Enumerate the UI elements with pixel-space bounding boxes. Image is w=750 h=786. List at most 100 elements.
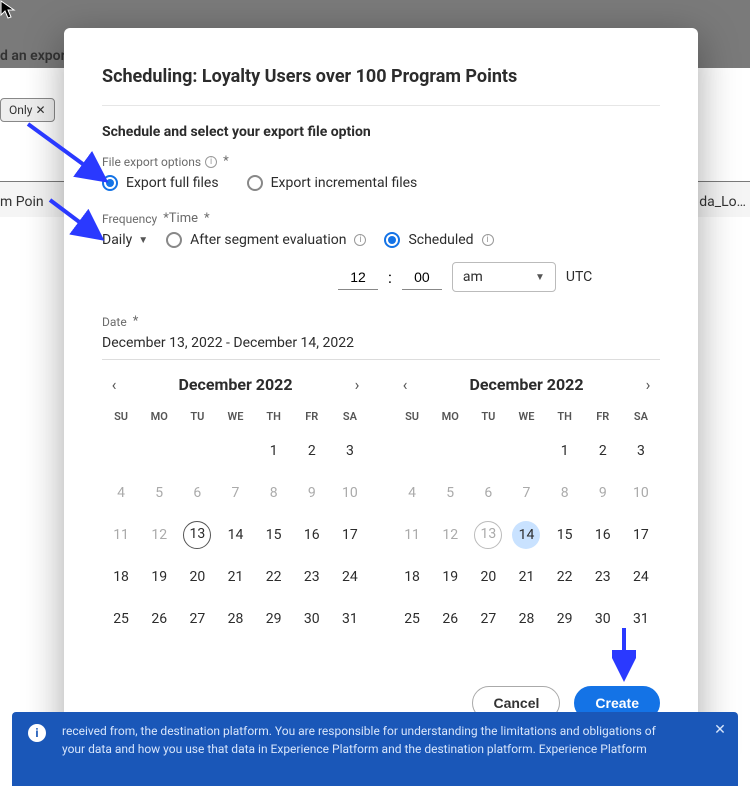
calendar-day[interactable]: 3	[331, 437, 369, 465]
calendar-day[interactable]: 7	[507, 479, 545, 507]
calendar-day[interactable]: 4	[393, 479, 431, 507]
dow-header: TU	[178, 410, 216, 423]
bg-mid-left: m Poin	[0, 194, 44, 210]
calendar-day[interactable]: 25	[102, 605, 140, 633]
calendar-day[interactable]: 9	[584, 479, 622, 507]
modal-title: Scheduling: Loyalty Users over 100 Progr…	[102, 66, 660, 87]
calendar-day[interactable]: 6	[469, 479, 507, 507]
calendar-day[interactable]: 21	[216, 563, 254, 591]
calendar-day[interactable]: 8	[255, 479, 293, 507]
calendar-day[interactable]: 30	[584, 605, 622, 633]
calendar-day[interactable]: 22	[255, 563, 293, 591]
calendar-day[interactable]: 19	[431, 563, 469, 591]
calendar-day[interactable]: 5	[431, 479, 469, 507]
calendar-day[interactable]: 1	[255, 437, 293, 465]
radio-icon	[166, 232, 182, 248]
calendar-day[interactable]: 26	[140, 605, 178, 633]
calendar-day[interactable]: 27	[469, 605, 507, 633]
calendar-pair: ‹ December 2022 › SUMOTUWETHFRSA12345678…	[102, 368, 660, 633]
calendar-day[interactable]: 14	[216, 521, 254, 549]
calendar-day[interactable]: 13	[183, 521, 211, 549]
calendar-day[interactable]: 6	[178, 479, 216, 507]
calendar-day[interactable]: 15	[546, 521, 584, 549]
calendar-day[interactable]: 4	[102, 479, 140, 507]
time-min-input[interactable]	[402, 265, 442, 290]
radio-export-full[interactable]: Export full files	[102, 175, 219, 191]
calendar-month-title: December 2022	[178, 375, 292, 394]
frequency-label: Frequency *Time *	[102, 211, 660, 226]
calendar-day[interactable]: 11	[102, 521, 140, 549]
calendar-day[interactable]: 24	[622, 563, 660, 591]
calendar-day[interactable]: 21	[507, 563, 545, 591]
file-export-options: Export full files Export incremental fil…	[102, 175, 660, 191]
frequency-select[interactable]: Daily ▼	[102, 232, 148, 248]
calendar-day[interactable]: 10	[331, 479, 369, 507]
prev-month-button[interactable]: ‹	[102, 372, 126, 396]
calendar-day[interactable]: 28	[507, 605, 545, 633]
calendar-day[interactable]: 12	[431, 521, 469, 549]
calendar-day[interactable]: 15	[255, 521, 293, 549]
calendar-day[interactable]: 29	[546, 605, 584, 633]
calendar-day[interactable]: 12	[140, 521, 178, 549]
calendar-day[interactable]: 19	[140, 563, 178, 591]
info-icon[interactable]: i	[205, 156, 217, 168]
radio-label: Scheduled	[408, 232, 473, 248]
radio-export-incremental[interactable]: Export incremental files	[247, 175, 418, 191]
calendar-day[interactable]: 7	[216, 479, 254, 507]
calendar-day[interactable]: 17	[331, 521, 369, 549]
bg-mid-right: da_Lo…	[699, 194, 746, 210]
bg-pill[interactable]: Only ✕	[0, 98, 55, 122]
calendar-day[interactable]: 16	[293, 521, 331, 549]
radio-scheduled[interactable]: Scheduled i	[384, 232, 493, 248]
calendar-day[interactable]: 23	[293, 563, 331, 591]
time-hour-input[interactable]	[338, 265, 378, 290]
radio-label: After segment evaluation	[190, 232, 346, 248]
calendar-day[interactable]: 27	[178, 605, 216, 633]
calendar-start: ‹ December 2022 › SUMOTUWETHFRSA12345678…	[102, 368, 369, 633]
calendar-day[interactable]: 31	[622, 605, 660, 633]
calendar-day	[178, 437, 216, 465]
calendar-end: ‹ December 2022 › SUMOTUWETHFRSA12345678…	[393, 368, 660, 633]
calendar-day[interactable]: 31	[331, 605, 369, 633]
calendar-day[interactable]: 8	[546, 479, 584, 507]
calendar-day[interactable]: 28	[216, 605, 254, 633]
calendar-day[interactable]: 13	[474, 521, 502, 549]
calendar-day[interactable]: 1	[546, 437, 584, 465]
calendar-day[interactable]: 24	[331, 563, 369, 591]
calendar-day[interactable]: 5	[140, 479, 178, 507]
dow-header: TH	[546, 410, 584, 423]
ampm-select[interactable]: am ▼	[452, 262, 556, 292]
info-icon[interactable]: i	[482, 234, 494, 246]
close-icon[interactable]: ✕	[710, 720, 730, 740]
divider	[102, 105, 660, 106]
calendar-day[interactable]: 18	[393, 563, 431, 591]
calendar-day[interactable]: 30	[293, 605, 331, 633]
banner-line1: received from, the destination platform.…	[62, 722, 698, 740]
calendar-day[interactable]: 22	[546, 563, 584, 591]
calendar-day[interactable]: 9	[293, 479, 331, 507]
calendar-day[interactable]: 17	[622, 521, 660, 549]
calendar-day[interactable]: 20	[469, 563, 507, 591]
timezone-label: UTC	[566, 269, 592, 285]
calendar-day[interactable]: 10	[622, 479, 660, 507]
dow-header: SU	[102, 410, 140, 423]
calendar-day[interactable]: 18	[102, 563, 140, 591]
calendar-day[interactable]: 26	[431, 605, 469, 633]
prev-month-button[interactable]: ‹	[393, 372, 417, 396]
calendar-day[interactable]: 16	[584, 521, 622, 549]
calendar-day[interactable]: 2	[293, 437, 331, 465]
calendar-day[interactable]: 23	[584, 563, 622, 591]
file-export-label: File export options i *	[102, 154, 660, 169]
radio-after-eval[interactable]: After segment evaluation i	[166, 232, 366, 248]
calendar-day[interactable]: 29	[255, 605, 293, 633]
calendar-day[interactable]: 3	[622, 437, 660, 465]
calendar-day[interactable]: 2	[584, 437, 622, 465]
dow-header: FR	[293, 410, 331, 423]
calendar-day[interactable]: 25	[393, 605, 431, 633]
next-month-button[interactable]: ›	[636, 372, 660, 396]
calendar-day[interactable]: 20	[178, 563, 216, 591]
calendar-day[interactable]: 14	[512, 521, 540, 549]
info-icon[interactable]: i	[354, 234, 366, 246]
next-month-button[interactable]: ›	[345, 372, 369, 396]
calendar-day[interactable]: 11	[393, 521, 431, 549]
